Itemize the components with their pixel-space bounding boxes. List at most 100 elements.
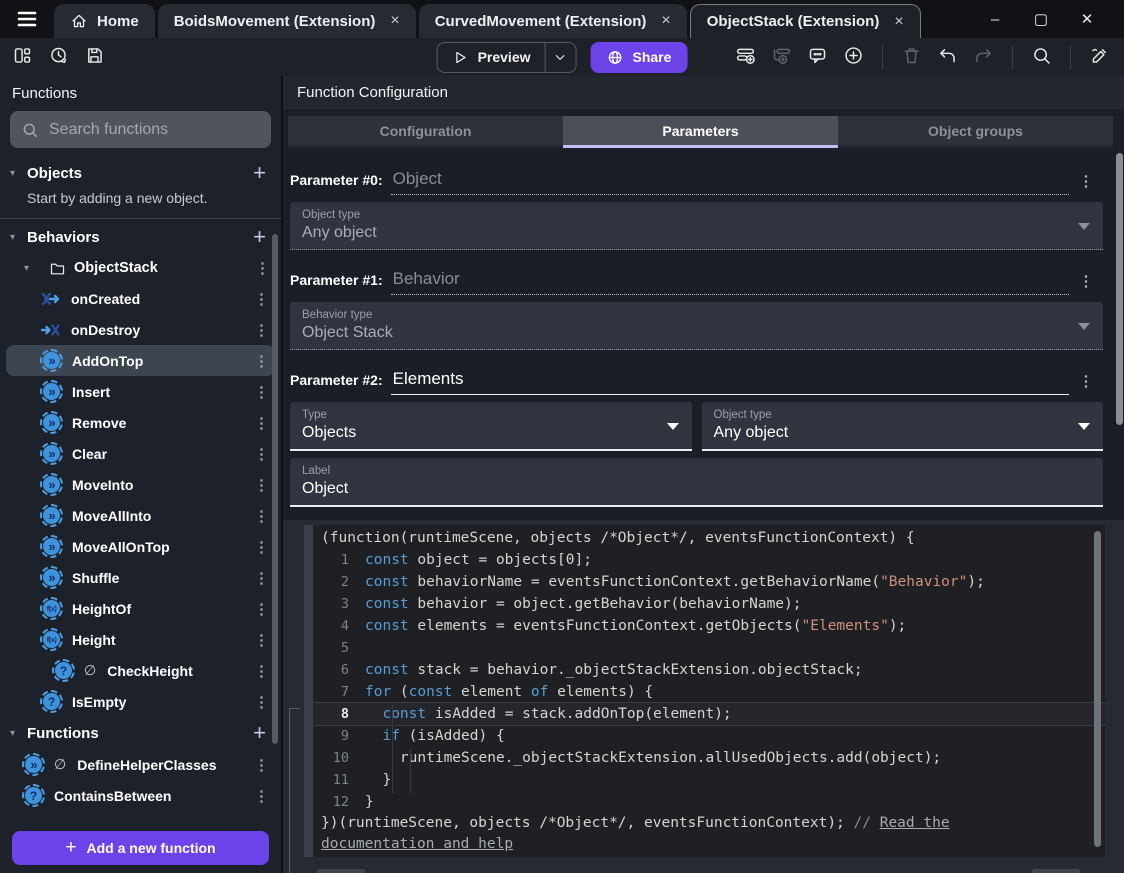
item-menu-icon[interactable]: ⋮	[254, 383, 269, 401]
preview-button[interactable]: Preview	[438, 49, 545, 66]
sidebar-item-checkheight[interactable]: ? ∅ CheckHeight ⋮	[6, 655, 275, 686]
function-name: Shuffle	[72, 569, 120, 586]
tab-boidsmovement-extension[interactable]: BoidsMovement (Extension) ×	[157, 4, 416, 38]
tab-home[interactable]: Home	[54, 4, 155, 38]
item-menu-icon[interactable]: ⋮	[255, 259, 270, 277]
editor-handle[interactable]	[304, 525, 313, 857]
tab-object-groups[interactable]: Object groups	[838, 116, 1113, 148]
code-text: const isAdded = stack.addOnTop(element);	[382, 706, 732, 722]
dropdown-arrow-icon	[666, 422, 679, 430]
panel-scrollbar[interactable]	[1116, 153, 1123, 425]
event-bracket	[289, 708, 300, 873]
preview-options-button[interactable]	[546, 50, 576, 65]
parameter-name-input[interactable]: Elements	[390, 369, 1069, 395]
item-menu-icon[interactable]: ⋮	[254, 569, 269, 587]
sidebar-item-moveinto[interactable]: » MoveInto ⋮	[6, 469, 275, 500]
add-objects-button[interactable]: +	[253, 162, 266, 184]
sidebar-item-moveallinto[interactable]: » MoveAllInto ⋮	[6, 500, 275, 531]
toolbar-search-icon[interactable]	[1031, 45, 1052, 69]
parameter-name-input[interactable]: Object	[390, 169, 1069, 195]
item-menu-icon[interactable]: ⋮	[254, 600, 269, 618]
sidebar-item-moveallontop[interactable]: » MoveAllOnTop ⋮	[6, 531, 275, 562]
item-menu-icon[interactable]: ⋮	[254, 787, 269, 805]
sidebar-item-definehelperclasses[interactable]: » ∅ DefineHelperClasses ⋮	[6, 749, 275, 780]
line-number: 1	[340, 552, 349, 568]
toolbar-history-icon[interactable]	[48, 45, 69, 69]
tab-close-icon[interactable]: ×	[390, 12, 399, 30]
toolbar-add-event-icon[interactable]	[735, 45, 756, 69]
type-field[interactable]: Type Objects	[290, 402, 692, 451]
code-text: const behaviorName = eventsFunctionConte…	[365, 574, 985, 590]
toolbar-rename-icon[interactable]	[1089, 45, 1110, 69]
sidebar-item-oncreated[interactable]: onCreated ⋮	[6, 283, 275, 314]
expression-function-icon: f(x)	[40, 628, 63, 651]
object-type-field[interactable]: Object type Any object	[290, 202, 1103, 250]
item-menu-icon[interactable]: ⋮	[254, 756, 269, 774]
toolbar-trash-icon	[901, 45, 922, 69]
object-type-field[interactable]: Object type Any object	[701, 402, 1103, 451]
chevron-down-icon[interactable]: ▾	[10, 728, 27, 739]
item-menu-icon[interactable]: ⋮	[254, 476, 269, 494]
toolbar-panels-icon[interactable]	[12, 45, 33, 69]
parameter-menu-icon[interactable]: ⋮	[1069, 272, 1103, 295]
tab-close-icon[interactable]: ×	[894, 13, 903, 31]
item-menu-icon[interactable]: ⋮	[254, 662, 269, 680]
parameter-menu-icon[interactable]: ⋮	[1069, 172, 1103, 195]
code-text: const object = objects[0];	[365, 552, 592, 568]
item-menu-icon[interactable]: ⋮	[254, 290, 269, 308]
item-menu-icon[interactable]: ⋮	[254, 414, 269, 432]
share-button[interactable]: Share	[590, 41, 688, 73]
tab-parameters[interactable]: Parameters	[563, 116, 838, 148]
behavior-type-field[interactable]: Behavior type Object Stack	[290, 302, 1103, 350]
sidebar-item-ondestroy[interactable]: onDestroy ⋮	[6, 314, 275, 345]
sidebar-item-insert[interactable]: » Insert ⋮	[6, 376, 275, 407]
tab-curvedmovement-extension[interactable]: CurvedMovement (Extension) ×	[418, 4, 687, 38]
tab-close-icon[interactable]: ×	[661, 12, 670, 30]
chevron-down-icon[interactable]: ▾	[10, 232, 27, 243]
toolbar-save-icon[interactable]	[84, 45, 105, 69]
item-menu-icon[interactable]: ⋮	[254, 352, 269, 370]
toolbar-add-circle-icon[interactable]	[843, 45, 864, 69]
field-value: Objects	[302, 424, 357, 441]
add-new-function-button[interactable]: + Add a new function	[12, 831, 269, 865]
sidebar-item-containsbetween[interactable]: ? ContainsBetween ⋮	[6, 780, 275, 811]
toolbar-add-comment-icon[interactable]	[807, 45, 828, 69]
menu-icon[interactable]	[0, 0, 54, 38]
add-behaviors-button[interactable]: +	[253, 226, 266, 248]
chevron-down-icon[interactable]: ▾	[24, 263, 41, 274]
tab-configuration[interactable]: Configuration	[288, 116, 563, 148]
sidebar-item-isempty[interactable]: ? IsEmpty ⋮	[6, 686, 275, 717]
tab-objectstack-extension[interactable]: ObjectStack (Extension) ×	[689, 4, 921, 38]
search-input[interactable]	[49, 120, 260, 139]
chevron-down-icon[interactable]: ▾	[10, 168, 27, 179]
sidebar-item-shuffle[interactable]: » Shuffle ⋮	[6, 562, 275, 593]
item-menu-icon[interactable]: ⋮	[254, 507, 269, 525]
sidebar-scrollbar[interactable]	[272, 234, 278, 744]
code-editor[interactable]: (function(runtimeScene, objects /*Object…	[304, 525, 1105, 857]
search-box[interactable]	[10, 111, 271, 148]
label-field[interactable]: Label Object	[290, 458, 1103, 507]
code-scrollbar[interactable]	[1094, 531, 1101, 847]
action-function-icon: »	[40, 349, 63, 372]
divider	[0, 218, 281, 219]
add-functions-button[interactable]: +	[253, 722, 266, 744]
sidebar-item-height[interactable]: f(x) Height ⋮	[6, 624, 275, 655]
indent-guide	[392, 705, 393, 793]
item-menu-icon[interactable]: ⋮	[254, 321, 269, 339]
sidebar-item-clear[interactable]: » Clear ⋮	[6, 438, 275, 469]
behavior-folder-objectstack[interactable]: ▾ ObjectStack ⋮	[0, 253, 281, 283]
minimize-button[interactable]: –	[972, 11, 1018, 28]
parameter-name-input[interactable]: Behavior	[390, 269, 1069, 295]
item-menu-icon[interactable]: ⋮	[254, 693, 269, 711]
sidebar-item-remove[interactable]: » Remove ⋮	[6, 407, 275, 438]
code-line: 11 }	[313, 769, 1105, 791]
item-menu-icon[interactable]: ⋮	[254, 631, 269, 649]
close-button[interactable]: ✕	[1064, 10, 1110, 28]
sidebar-item-addontop[interactable]: » AddOnTop ⋮	[6, 345, 275, 376]
sidebar-item-heightof[interactable]: f(x) HeightOf ⋮	[6, 593, 275, 624]
item-menu-icon[interactable]: ⋮	[254, 538, 269, 556]
toolbar-undo-icon[interactable]	[937, 45, 958, 69]
parameter-menu-icon[interactable]: ⋮	[1069, 372, 1103, 395]
maximize-button[interactable]: ▢	[1018, 10, 1064, 28]
item-menu-icon[interactable]: ⋮	[254, 445, 269, 463]
